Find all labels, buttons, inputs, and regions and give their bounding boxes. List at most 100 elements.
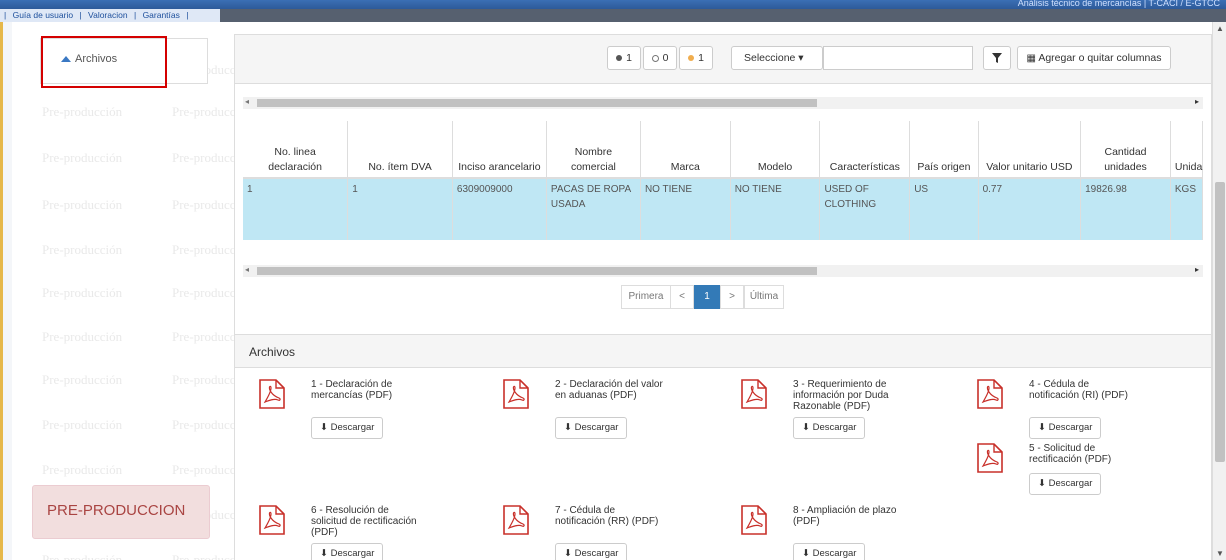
grid-top-scrollbar[interactable]: ◂ ▸: [243, 97, 1203, 109]
download-icon: ⬇: [564, 548, 572, 559]
download-button[interactable]: ⬇ Descargar: [1029, 417, 1102, 439]
filter-input[interactable]: [823, 46, 973, 70]
menu-separator: |: [133, 10, 137, 20]
col-header[interactable]: Características: [819, 121, 911, 179]
download-button[interactable]: ⬇ Descargar: [555, 417, 628, 439]
menu-link-garantias[interactable]: Garantías: [143, 10, 180, 20]
pagination-page-1[interactable]: 1: [694, 285, 720, 309]
pdf-icon: [741, 379, 767, 409]
pdf-icon: [259, 379, 285, 409]
download-label: Descargar: [1048, 422, 1093, 433]
pdf-icon: [503, 379, 529, 409]
dot-warning-icon: [688, 55, 695, 62]
watermark-text: Pre-producción: [42, 104, 123, 119]
menu-link-valoracion[interactable]: Valoracion: [88, 10, 128, 20]
page-scrollbar[interactable]: ▲ ▼: [1212, 22, 1226, 560]
table-cell: 1: [347, 178, 453, 240]
pagination-first[interactable]: Primera: [621, 285, 671, 309]
dot-dark-icon: [616, 55, 623, 62]
watermark-text: Pre-producción: [42, 150, 123, 165]
table-cell: 0.77: [978, 178, 1082, 240]
files-panel-header: Archivos: [235, 335, 1211, 368]
table-header-row: No. linea declaración No. ítem DVA Incis…: [243, 121, 1204, 179]
file-title: 5 - Solicitud de rectificación (PDF): [1029, 443, 1112, 465]
file-title: 6 - Resolución de solicitud de rectifica…: [311, 505, 417, 538]
scroll-right-icon[interactable]: ▸: [1195, 97, 1199, 106]
col-header[interactable]: Marca: [640, 121, 731, 179]
scroll-right-icon[interactable]: ▸: [1195, 265, 1199, 274]
pdf-icon: [741, 505, 767, 535]
seleccione-label: Seleccione: [744, 52, 796, 64]
environment-badge-label: PRE-PRODUCCION: [47, 502, 186, 519]
seleccione-dropdown[interactable]: Seleccione ▾: [731, 46, 823, 70]
table-cell: KGS: [1170, 178, 1204, 240]
file-title: 3 - Requerimiento de información por Dud…: [793, 379, 889, 412]
columns-button[interactable]: ▦ Agregar o quitar columnas: [1017, 46, 1171, 70]
menu-link-guia[interactable]: Guía de usuario: [13, 10, 73, 20]
table-cell: PACAS DE ROPA USADA: [546, 178, 641, 240]
watermark-text: Pre-producción: [42, 417, 123, 432]
pdf-icon: [259, 505, 285, 535]
highlight-box: [41, 36, 167, 88]
file-title: 1 - Declaración de mercancías (PDF): [311, 379, 393, 401]
download-icon: ⬇: [1038, 422, 1046, 433]
download-icon: ⬇: [320, 422, 328, 433]
columns-button-label: Agregar o quitar columnas: [1038, 52, 1162, 64]
pagination-next[interactable]: >: [720, 285, 744, 309]
watermark-text: Pre-producción: [42, 552, 123, 560]
scroll-thumb[interactable]: [257, 267, 817, 275]
col-header[interactable]: Modelo: [730, 121, 821, 179]
col-header[interactable]: No. ítem DVA: [347, 121, 453, 179]
col-header[interactable]: No. linea declaración: [243, 121, 349, 179]
download-button[interactable]: ⬇ Descargar: [793, 417, 866, 439]
watermark-text: Pre-producción: [42, 285, 123, 300]
download-button[interactable]: ⬇ Descargar: [311, 543, 384, 560]
table-row[interactable]: 1 1 6309009000 PACAS DE ROPA USADA NO TI…: [243, 178, 1204, 240]
download-label: Descargar: [574, 422, 619, 433]
scroll-left-icon[interactable]: ◂: [245, 97, 249, 106]
filter-icon[interactable]: [983, 46, 1011, 70]
download-button[interactable]: ⬇ Descargar: [555, 543, 628, 560]
col-header[interactable]: Cantidad unidades: [1080, 121, 1171, 179]
watermark-text: Pre-producción: [42, 462, 123, 477]
page-scroll-thumb[interactable]: [1215, 182, 1225, 462]
download-button[interactable]: ⬇ Descargar: [1029, 473, 1102, 495]
pagination-last[interactable]: Última: [744, 285, 784, 309]
counter-empty-button[interactable]: 0: [643, 46, 677, 70]
menu-separator: |: [79, 10, 82, 20]
pdf-icon: [503, 505, 529, 535]
files-heading: Archivos: [249, 345, 296, 359]
col-header[interactable]: Nombre comercial: [546, 121, 641, 179]
data-table: No. linea declaración No. ítem DVA Incis…: [243, 121, 1204, 240]
download-button[interactable]: ⬇ Descargar: [793, 543, 866, 560]
table-cell: US: [909, 178, 979, 240]
scroll-down-icon[interactable]: ▼: [1213, 549, 1226, 558]
download-label: Descargar: [330, 548, 375, 559]
col-header[interactable]: Unida: [1170, 121, 1204, 179]
app-title: Análisis técnico de mercancías | T-CACI …: [1017, 0, 1220, 8]
table-cell: USED OF CLOTHING: [819, 178, 911, 240]
download-icon: ⬇: [320, 548, 328, 559]
download-button[interactable]: ⬇ Descargar: [311, 417, 384, 439]
watermark-text: Pre-producción: [42, 242, 123, 257]
col-header[interactable]: Inciso arancelario: [452, 121, 547, 179]
scroll-thumb[interactable]: [257, 99, 817, 107]
menu-separator: |: [186, 10, 189, 20]
file-title: 7 - Cédula de notificación (RR) (PDF): [555, 505, 659, 527]
grid-bottom-scrollbar[interactable]: ◂ ▸: [243, 265, 1203, 277]
col-header[interactable]: País origen: [909, 121, 979, 179]
counter-filled-value: 1: [626, 52, 632, 64]
left-frame-accent: [0, 22, 3, 560]
table-cell: 1: [243, 178, 349, 240]
menu-bar: | Guía de usuario | Valoracion | Garantí…: [0, 9, 1226, 22]
scroll-up-icon[interactable]: ▲: [1213, 24, 1226, 33]
download-icon: ⬇: [802, 548, 810, 559]
download-label: Descargar: [1048, 478, 1093, 489]
col-header[interactable]: Valor unitario USD: [978, 121, 1082, 179]
pdf-icon: [977, 379, 1003, 409]
pagination-prev[interactable]: <: [670, 285, 694, 309]
table-cell: 6309009000: [452, 178, 547, 240]
counter-warning-button[interactable]: 1: [679, 46, 713, 70]
scroll-left-icon[interactable]: ◂: [245, 265, 249, 274]
counter-filled-button[interactable]: 1: [607, 46, 641, 70]
